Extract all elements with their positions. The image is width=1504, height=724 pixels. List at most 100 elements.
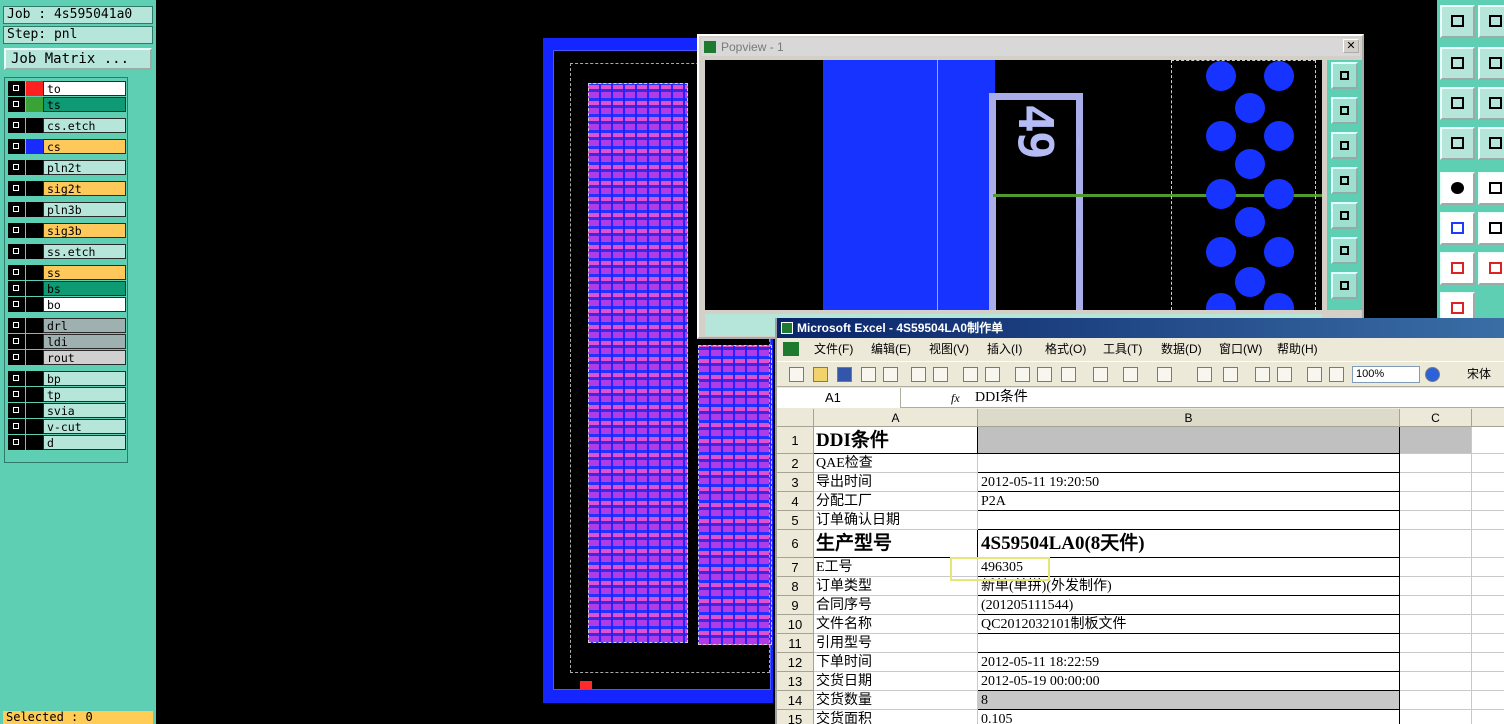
cell-d[interactable]	[1472, 492, 1504, 511]
zoom-icon[interactable]	[1478, 87, 1504, 120]
cell-a[interactable]: 合同序号	[814, 596, 978, 615]
cell-c[interactable]	[1400, 454, 1472, 473]
layer-checkbox[interactable]	[8, 181, 25, 196]
cell-d[interactable]	[1472, 427, 1504, 454]
layer-row[interactable]: sig2t	[8, 181, 126, 196]
cell-a[interactable]: QAE检查	[814, 454, 978, 473]
layer-checkbox[interactable]	[8, 202, 25, 217]
save-icon[interactable]	[837, 367, 852, 382]
spelling-icon[interactable]	[963, 367, 978, 382]
layer-row[interactable]: bo	[8, 297, 126, 312]
cell-a[interactable]: 订单确认日期	[814, 511, 978, 530]
cell-a[interactable]: DDI条件	[814, 427, 978, 454]
cell-c[interactable]	[1400, 511, 1472, 530]
cell-d[interactable]	[1472, 691, 1504, 710]
cell-a[interactable]: 生产型号	[814, 530, 978, 558]
move-left-icon[interactable]	[1440, 47, 1475, 80]
layer-row[interactable]: tp	[8, 387, 126, 402]
menu-item[interactable]: 视图(V)	[929, 338, 969, 360]
print-icon[interactable]	[911, 367, 926, 382]
close-button[interactable]: ✕	[1343, 39, 1359, 53]
column-header-d[interactable]	[1472, 409, 1504, 427]
cell-c[interactable]	[1400, 634, 1472, 653]
excel-window[interactable]: Microsoft Excel - 4S59504LA0制作单 文件(F) 编辑(…	[775, 318, 1504, 724]
help-icon[interactable]	[1425, 367, 1440, 382]
cell-b[interactable]	[978, 454, 1400, 473]
copy-icon[interactable]	[1037, 367, 1052, 382]
spreadsheet-grid[interactable]: A B C 1 DDI条件 2 QAE检查 3 导出时间 2012-05-11 19:20:…	[777, 409, 1504, 724]
cell-a[interactable]: 下单时间	[814, 653, 978, 672]
row-header[interactable]: 6	[777, 530, 814, 558]
pan-right-icon[interactable]	[1331, 202, 1358, 229]
cell-d[interactable]	[1472, 710, 1504, 724]
layer-checkbox[interactable]	[8, 371, 25, 386]
layer-checkbox[interactable]	[8, 387, 25, 402]
row-header[interactable]: 12	[777, 653, 814, 672]
layer-checkbox[interactable]	[8, 223, 25, 238]
layer-row[interactable]: rout	[8, 350, 126, 365]
zoom-fit-icon[interactable]	[1331, 272, 1358, 299]
layer-row[interactable]: ss.etch	[8, 244, 126, 259]
cell-d[interactable]	[1472, 596, 1504, 615]
permission-icon[interactable]	[861, 367, 876, 382]
layer-row[interactable]: cs.etch	[8, 118, 126, 133]
cell-b[interactable]	[978, 511, 1400, 530]
zoom-in-icon[interactable]	[1331, 237, 1358, 264]
cell-c[interactable]	[1400, 492, 1472, 511]
cross-icon[interactable]	[1478, 212, 1504, 245]
layer-row[interactable]: pln2t	[8, 160, 126, 175]
pan-down-icon[interactable]	[1331, 132, 1358, 159]
popview-canvas[interactable]: 496035 49	[705, 60, 1322, 310]
row-header[interactable]: 9	[777, 596, 814, 615]
layer-row[interactable]: bs	[8, 281, 126, 296]
open-icon[interactable]	[813, 367, 828, 382]
cell-c[interactable]	[1400, 710, 1472, 724]
row-header[interactable]: 7	[777, 558, 814, 577]
row-header[interactable]: 13	[777, 672, 814, 691]
formula-input[interactable]: DDI条件	[975, 388, 1028, 408]
layer-row[interactable]: sig3b	[8, 223, 126, 238]
measure-icon[interactable]	[1440, 127, 1475, 160]
layer-checkbox[interactable]	[8, 350, 25, 365]
draw-line-icon[interactable]	[1440, 252, 1475, 285]
layer-checkbox[interactable]	[8, 265, 25, 280]
menu-item[interactable]: 插入(I)	[987, 338, 1022, 360]
cell-c[interactable]	[1400, 691, 1472, 710]
row-header[interactable]: 3	[777, 473, 814, 492]
sort-descending-icon[interactable]	[1277, 367, 1292, 382]
cell-b[interactable]: 8	[978, 691, 1400, 710]
menu-item[interactable]: 数据(D)	[1161, 338, 1202, 360]
layer-row[interactable]: svia	[8, 403, 126, 418]
zoom-home-icon[interactable]	[1331, 62, 1358, 89]
column-header-b[interactable]: B	[978, 409, 1400, 427]
hyperlink-icon[interactable]	[1197, 367, 1212, 382]
print-preview-icon[interactable]	[933, 367, 948, 382]
row-header[interactable]: 2	[777, 454, 814, 473]
draw-arc-icon[interactable]	[1478, 252, 1504, 285]
cell-b[interactable]: 2012-05-19 00:00:00	[978, 672, 1400, 691]
layer-row[interactable]: bp	[8, 371, 126, 386]
move-up-icon[interactable]	[1440, 5, 1475, 38]
row-header[interactable]: 15	[777, 710, 814, 724]
cell-b[interactable]: 2012-05-11 19:20:50	[978, 473, 1400, 492]
cell-b[interactable]: 0.105	[978, 710, 1400, 724]
email-icon[interactable]	[883, 367, 898, 382]
cell-d[interactable]	[1472, 672, 1504, 691]
cell-c[interactable]	[1400, 558, 1472, 577]
cell-d[interactable]	[1472, 615, 1504, 634]
cut-icon[interactable]	[1015, 367, 1030, 382]
undo-icon[interactable]	[1123, 367, 1138, 382]
column-header-a[interactable]: A	[814, 409, 978, 427]
layer-checkbox[interactable]	[8, 297, 25, 312]
cell-b[interactable]: 4S59504LA0(8天件)	[978, 530, 1400, 558]
drawing-icon[interactable]	[1329, 367, 1344, 382]
cell-b[interactable]: (201205111544)	[978, 596, 1400, 615]
pan-left-icon[interactable]	[1331, 167, 1358, 194]
layer-checkbox[interactable]	[8, 403, 25, 418]
fit-view-icon[interactable]	[1440, 87, 1475, 120]
new-icon[interactable]	[789, 367, 804, 382]
layer-checkbox[interactable]	[8, 97, 25, 112]
redo-icon[interactable]	[1157, 367, 1172, 382]
cell-c[interactable]	[1400, 427, 1472, 454]
layer-row[interactable]: ts	[8, 97, 126, 112]
